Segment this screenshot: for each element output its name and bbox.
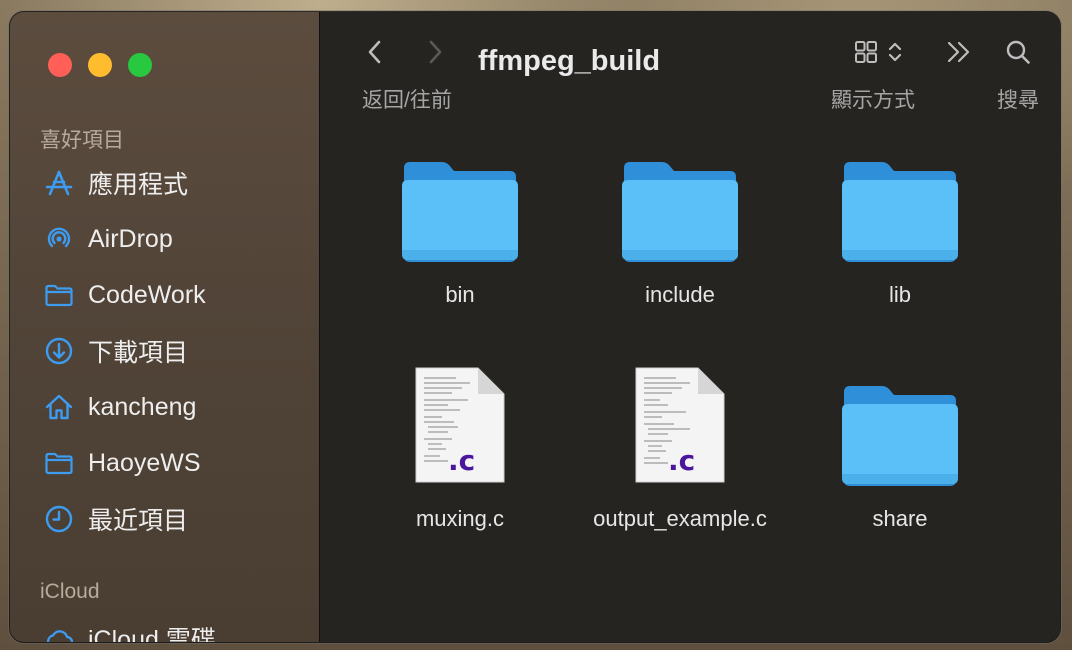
file-item-c-source[interactable]: .c output_example.c <box>580 366 780 532</box>
search-label: 搜尋 <box>997 89 1039 112</box>
icon-grid-icon <box>854 40 878 69</box>
chevron-up-down-icon <box>888 40 902 69</box>
sidebar-item-applications[interactable]: 應用程式 <box>44 163 188 203</box>
c-badge: .c <box>668 444 695 477</box>
file-item-c-source[interactable]: .c muxing.c <box>360 366 560 532</box>
close-window-button[interactable] <box>48 53 72 77</box>
file-name: muxing.c <box>415 506 505 531</box>
chevron-right-icon <box>427 39 443 70</box>
folder-icon <box>44 280 74 310</box>
icloud-section-title: iCloud <box>40 580 100 603</box>
sidebar-item-codework[interactable]: CodeWork <box>44 275 206 315</box>
folder-icon <box>44 448 74 478</box>
sidebar: 喜好項目 應用程式 AirDrop CodeWork 下載項目 kancheng… <box>10 12 320 642</box>
c-source-file-icon: .c <box>580 366 780 486</box>
file-name: lib <box>888 282 911 307</box>
home-icon <box>44 392 74 422</box>
icloud-icon <box>44 623 74 642</box>
sidebar-item-label: HaoyeWS <box>88 448 201 477</box>
recents-icon <box>44 504 74 534</box>
c-source-file-icon: .c <box>360 366 560 486</box>
more-toolbar-items-button[interactable] <box>942 39 976 69</box>
sidebar-item-airdrop[interactable]: AirDrop <box>44 219 173 259</box>
folder-icon <box>580 142 780 262</box>
file-item-folder[interactable]: bin <box>360 142 560 308</box>
file-name: share <box>872 506 928 531</box>
main-content: 返回/往前 ffmpeg_build 顯示方式 搜尋 bin include l… <box>320 12 1060 642</box>
window-title: ffmpeg_build <box>478 45 661 77</box>
minimize-window-button[interactable] <box>88 53 112 77</box>
view-options-label: 顯示方式 <box>831 89 915 112</box>
file-name: output_example.c <box>593 506 767 531</box>
folder-icon <box>800 142 1000 262</box>
sidebar-item-label: 應用程式 <box>88 171 189 199</box>
sidebar-item-label: kancheng <box>88 392 197 421</box>
airdrop-icon <box>44 224 74 254</box>
file-name: bin <box>445 282 475 307</box>
file-item-folder[interactable]: share <box>800 366 1000 532</box>
sidebar-item-recents[interactable]: 最近項目 <box>44 499 188 539</box>
file-name: include <box>645 282 715 307</box>
folder-icon <box>800 366 1000 486</box>
search-icon <box>1005 39 1031 70</box>
sidebar-item-home[interactable]: kancheng <box>44 387 196 427</box>
sidebar-item-icloud-drive[interactable]: iCloud 雲碟 <box>44 618 216 642</box>
c-badge: .c <box>448 444 475 477</box>
sidebar-item-label: 下載項目 <box>88 339 189 367</box>
sidebar-item-label: AirDrop <box>88 224 173 253</box>
file-item-folder[interactable]: lib <box>800 142 1000 308</box>
view-options-button[interactable] <box>848 39 908 69</box>
chevron-double-right-icon <box>945 40 973 69</box>
applications-icon <box>44 168 74 198</box>
sidebar-item-label: iCloud 雲碟 <box>88 626 216 642</box>
downloads-icon <box>44 336 74 366</box>
search-button[interactable] <box>1002 38 1034 70</box>
sidebar-item-label: 最近項目 <box>88 507 189 535</box>
forward-button[interactable] <box>420 40 450 68</box>
file-item-folder[interactable]: include <box>580 142 780 308</box>
sidebar-item-label: CodeWork <box>88 280 206 309</box>
back-forward-label: 返回/往前 <box>362 89 452 112</box>
folder-icon <box>360 142 560 262</box>
back-button[interactable] <box>360 40 390 68</box>
sidebar-item-downloads[interactable]: 下載項目 <box>44 331 188 371</box>
chevron-left-icon <box>367 39 383 70</box>
zoom-window-button[interactable] <box>128 53 152 77</box>
sidebar-item-haoyews[interactable]: HaoyeWS <box>44 443 201 483</box>
favorites-section-title: 喜好項目 <box>40 129 124 152</box>
finder-window: 喜好項目 應用程式 AirDrop CodeWork 下載項目 kancheng… <box>10 12 1060 642</box>
